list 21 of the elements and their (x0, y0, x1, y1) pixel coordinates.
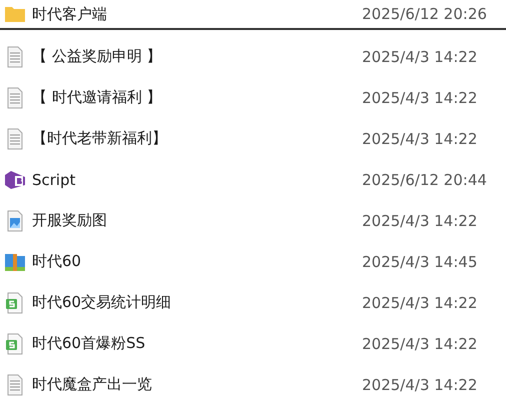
file-name[interactable]: 【 时代邀请福利 】 (32, 88, 362, 107)
file-name[interactable]: 时代60首爆粉SS (32, 334, 362, 353)
file-name[interactable]: Script (32, 170, 362, 188)
modified-date: 2025/4/3 14:22 (362, 88, 478, 106)
script-icon (4, 168, 26, 190)
file-name[interactable]: 时代60 (32, 252, 362, 271)
file-name[interactable]: 时代客户端 (32, 4, 362, 24)
modified-date: 2025/4/3 14:22 (362, 334, 478, 352)
modified-date: 2025/4/3 14:22 (362, 294, 478, 312)
file-name[interactable]: 【 公益奖励申明 】 (32, 47, 362, 66)
modified-date: 2025/4/3 14:22 (362, 48, 478, 66)
file-name[interactable]: 开服奖励图 (32, 211, 362, 230)
modified-date: 2025/4/3 14:22 (362, 130, 478, 148)
modified-date: 2025/4/3 14:45 (362, 252, 478, 270)
file-name[interactable]: 【时代老带新福利】 (32, 129, 362, 148)
file-name[interactable]: 时代魔盒产出一览 (32, 375, 362, 394)
file-name[interactable]: 时代60交易统计明细 (32, 293, 362, 312)
modified-date: 2025/6/12 20:26 (362, 5, 487, 23)
modified-date: 2025/6/12 20:44 (362, 170, 487, 188)
modified-date: 2025/4/3 14:22 (362, 376, 478, 394)
modified-date: 2025/4/3 14:22 (362, 212, 478, 230)
